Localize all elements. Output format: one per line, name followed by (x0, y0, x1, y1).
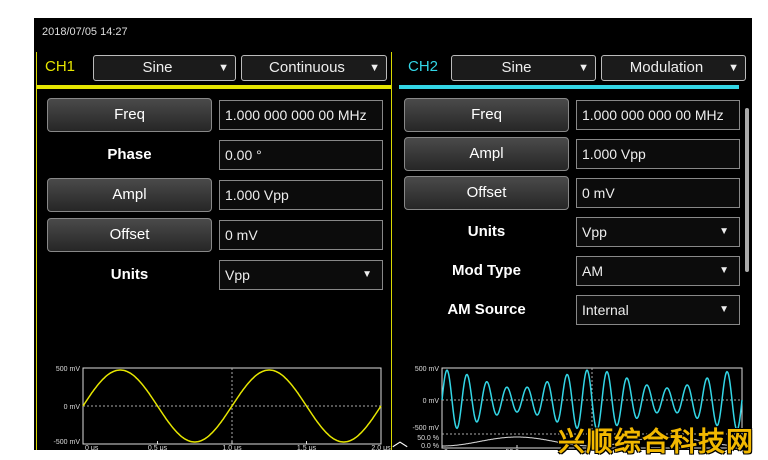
chevron-up-icon[interactable]: ︿ (376, 434, 424, 450)
triangle-down-icon: ▼ (362, 269, 372, 280)
ch1-y-tick-label: 0 mV (64, 404, 81, 411)
ch2-am-source-value: Internal (582, 302, 629, 318)
ch2-freq-field[interactable]: 1.000 000 000 00 MHz (576, 100, 740, 130)
ch2-y-tick-label: -500 mV (413, 425, 440, 432)
ch2-panel: CH2 Sine ▼ Modulation ▼ Freq 1.000 000 00… (396, 52, 751, 450)
ch2-ampl-value: 1.000 Vpp (582, 146, 646, 162)
triangle-down-icon: ▼ (218, 62, 229, 74)
ch2-ampl-button[interactable]: Ampl (404, 137, 569, 171)
ch1-mode-value: Continuous (269, 59, 345, 76)
ch1-x-tick-label: 0 μs (85, 445, 99, 450)
ch2-x-tick-label: 0 μs (444, 449, 458, 450)
triangle-down-icon: ▼ (719, 304, 729, 315)
ch2-x-tick-label: 50.0 μs (505, 449, 529, 450)
ch1-freq-button[interactable]: Freq (47, 98, 212, 132)
ch2-mod-type-label: Mod Type (452, 262, 521, 279)
ch1-ampl-value: 1.000 Vpp (225, 187, 289, 203)
ch2-freq-value: 1.000 000 000 00 MHz (582, 107, 724, 123)
ch2-am-source-label: AM Source (447, 301, 526, 318)
ch2-label[interactable]: CH2 (408, 56, 438, 78)
ch2-mod-type-value: AM (582, 263, 603, 279)
ch1-units-label: Units (110, 266, 149, 283)
ch2-offset-button[interactable]: Offset (404, 176, 569, 210)
ch1-mode-select[interactable]: Continuous ▼ (241, 55, 387, 81)
ch2-units-select[interactable]: Vpp ▼ (576, 217, 740, 247)
ch1-phase-value: 0.00 ° (225, 147, 262, 163)
ch1-waveform-select[interactable]: Sine ▼ (93, 55, 236, 81)
ch1-waveform-value: Sine (142, 59, 173, 76)
ch2-offset-field[interactable]: 0 mV (576, 178, 740, 208)
ch1-y-tick-label: 500 mV (56, 366, 80, 373)
triangle-down-icon: ▼ (728, 62, 739, 74)
ch2-freq-button[interactable]: Freq (404, 98, 569, 132)
ch1-freq-value: 1.000 000 000 00 MHz (225, 107, 367, 123)
ch2-scrollbar[interactable] (745, 108, 749, 272)
ch1-phase-field[interactable]: 0.00 ° (219, 140, 383, 170)
ch1-phase-label: Phase (107, 146, 152, 163)
ch1-freq-field[interactable]: 1.000 000 000 00 MHz (219, 100, 383, 130)
ch2-y-tick-label: 500 mV (415, 366, 439, 373)
ch2-mod-type-select[interactable]: AM ▼ (576, 256, 740, 286)
timestamp: 2018/07/05 14:27 (42, 26, 128, 38)
ch2-units-label: Units (467, 223, 506, 240)
ch2-waveform-value: Sine (501, 59, 532, 76)
ch1-waveform-preview: 500 mV0 mV-500 mV0 μs 0.5 μs 1.0 μs 1.5 μs 2… (37, 362, 391, 450)
triangle-down-icon: ▼ (369, 62, 380, 74)
ch2-units-value: Vpp (582, 224, 607, 240)
ch2-ampl-field[interactable]: 1.000 Vpp (576, 139, 740, 169)
ch1-header: CH1 Sine ▼ Continuous ▼ (37, 52, 391, 82)
ch1-x-tick-label: 1.5 μs (297, 445, 317, 450)
triangle-down-icon: ▼ (719, 226, 729, 237)
ch1-panel: CH1 Sine ▼ Continuous ▼ Freq 1.000 000 00… (36, 52, 392, 450)
ch2-header: CH2 Sine ▼ Modulation ▼ (399, 52, 751, 82)
ch1-offset-button[interactable]: Offset (47, 218, 212, 252)
ch1-offset-field[interactable]: 0 mV (219, 220, 383, 250)
ch1-label[interactable]: CH1 (45, 56, 75, 78)
ch2-waveform-select[interactable]: Sine ▼ (451, 55, 596, 81)
ch1-color-stripe (37, 85, 391, 89)
ch2-am-source-select[interactable]: Internal ▼ (576, 295, 740, 325)
ch1-offset-value: 0 mV (225, 227, 258, 243)
ch1-units-value: Vpp (225, 267, 250, 283)
ch2-offset-value: 0 mV (582, 185, 615, 201)
triangle-down-icon: ▼ (578, 62, 589, 74)
ch2-mode-value: Modulation (629, 59, 704, 76)
watermark: 兴顺综合科技网 (558, 427, 754, 457)
ch1-ampl-button[interactable]: Ampl (47, 178, 212, 212)
triangle-down-icon: ▼ (719, 265, 729, 276)
ch1-ampl-field[interactable]: 1.000 Vpp (219, 180, 383, 210)
ch1-x-tick-label: 1.0 μs (222, 445, 242, 450)
generator-screen: 2018/07/05 14:27 CH1 Sine ▼ Continuous ▼… (34, 18, 752, 450)
ch1-y-tick-label: -500 mV (54, 439, 81, 446)
ch2-y-tick-label: 0 mV (423, 398, 440, 405)
ch2-mode-select[interactable]: Modulation ▼ (601, 55, 746, 81)
ch2-color-stripe (399, 85, 739, 89)
ch1-units-select[interactable]: Vpp ▼ (219, 260, 383, 290)
ch1-x-tick-label: 0.5 μs (148, 445, 168, 450)
